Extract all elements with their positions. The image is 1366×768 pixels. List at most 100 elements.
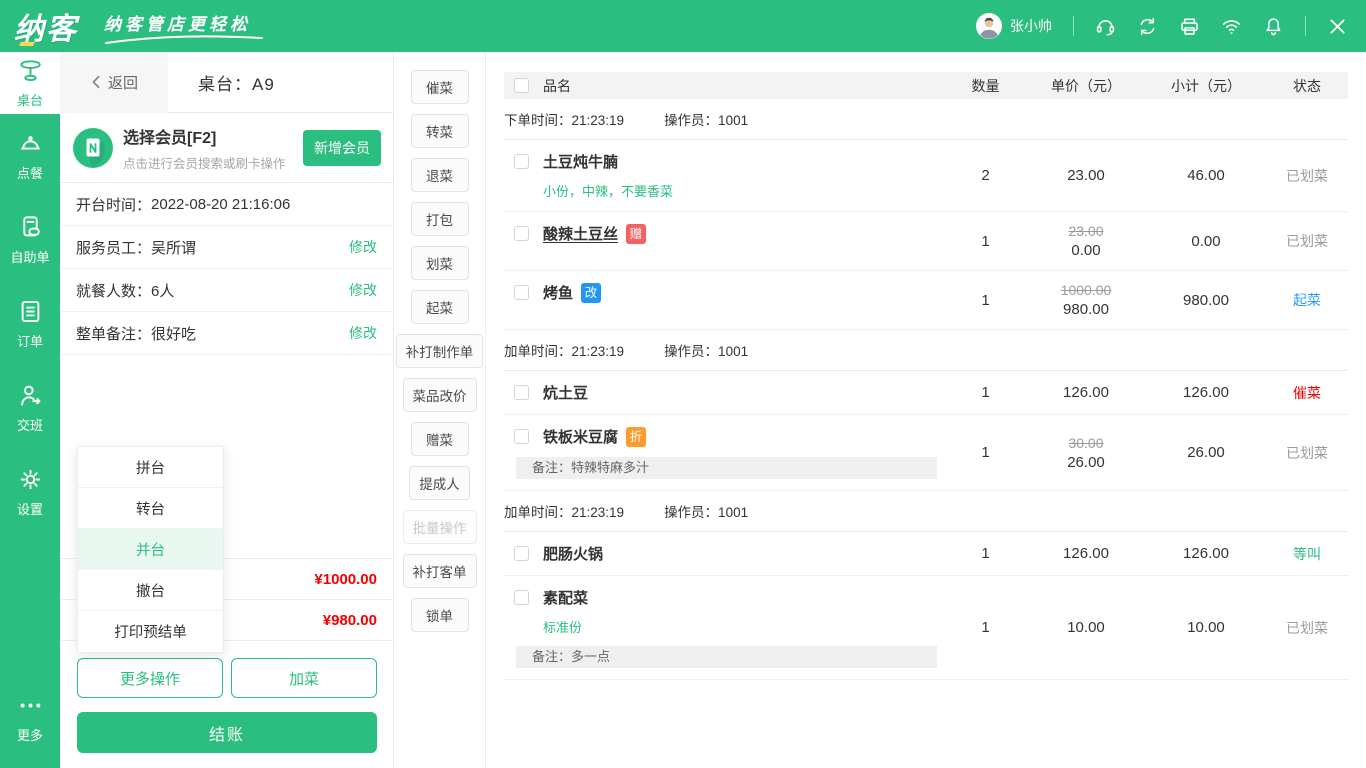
batch-operation-button: 批量操作 xyxy=(402,510,477,544)
lock-order-button[interactable]: 锁单 xyxy=(410,598,469,632)
sidebar-item-label: 交班 xyxy=(16,418,43,433)
table-row: 肥肠火锅 1 126.00 126.00 等叫 xyxy=(504,532,1348,576)
transfer-dish-button[interactable]: 转菜 xyxy=(410,114,469,148)
ellipsis-icon xyxy=(20,703,40,708)
menu-item-clear-table[interactable]: 撤台 xyxy=(78,570,223,611)
row-checkbox[interactable] xyxy=(514,226,529,241)
dish-spec: 标准份 xyxy=(543,620,583,635)
notification-bell-icon[interactable] xyxy=(1263,16,1284,37)
dish-name: 素配菜 xyxy=(543,590,589,607)
row-checkbox[interactable] xyxy=(514,285,529,300)
gift-dish-button[interactable]: 赠菜 xyxy=(410,422,469,456)
checkout-button[interactable]: 结账 xyxy=(77,712,377,753)
table-row: 酸辣土豆丝 赠 1 23.00 0.00 0.00 已划菜 xyxy=(504,212,1348,271)
dish-status: 催菜 xyxy=(1293,384,1321,401)
row-checkbox[interactable] xyxy=(514,429,529,444)
edit-waiter-link[interactable]: 修改 xyxy=(349,237,377,257)
col-name: 品名 xyxy=(543,77,571,94)
table-row: 土豆炖牛腩 小份，中辣，不要香菜 2 23.00 46.00 已划菜 xyxy=(504,140,1348,212)
avatar xyxy=(976,13,1002,39)
sidebar: 桌台 点餐 自助单 订单 交班 设置 更多 xyxy=(0,52,60,768)
sidebar-item-shift[interactable]: 交班 xyxy=(0,366,60,450)
menu-item-print-prebill[interactable]: 打印预结单 xyxy=(78,611,223,652)
dish-name: 炕土豆 xyxy=(543,385,589,402)
sync-icon[interactable] xyxy=(1137,16,1158,37)
takeout-pack-button[interactable]: 打包 xyxy=(410,202,469,236)
menu-item-transfer-table[interactable]: 转台 xyxy=(78,488,223,529)
start-dish-button[interactable]: 起菜 xyxy=(410,290,469,324)
commission-person-button[interactable]: 提成人 xyxy=(409,466,470,500)
info-value: 吴所谓 xyxy=(151,239,197,257)
sidebar-item-label: 点餐 xyxy=(16,166,43,181)
edit-order-note-link[interactable]: 修改 xyxy=(349,323,377,343)
add-member-button[interactable]: 新增会员 xyxy=(303,129,381,166)
wifi-icon[interactable] xyxy=(1221,16,1242,37)
change-price-button[interactable]: 菜品改价 xyxy=(402,378,477,412)
more-operations-button[interactable]: 更多操作 xyxy=(77,658,223,698)
row-checkbox[interactable] xyxy=(514,154,529,169)
reprint-guest-bill-button[interactable]: 补打客单 xyxy=(402,554,477,588)
member-title: 选择会员[F2] xyxy=(123,129,217,147)
self-order-icon xyxy=(22,216,40,237)
col-qty: 数量 xyxy=(971,77,1000,94)
topbar: 纳客 纳客管店更轻松 张小帅 xyxy=(0,0,1366,52)
order-list-icon xyxy=(21,300,39,323)
row-checkbox[interactable] xyxy=(514,590,529,605)
topbar-divider xyxy=(1305,16,1306,36)
dish-status: 等叫 xyxy=(1293,545,1321,562)
user-menu[interactable]: 张小帅 xyxy=(976,13,1052,39)
menu-item-merge-table[interactable]: 并台 xyxy=(78,529,223,570)
support-headset-icon[interactable] xyxy=(1095,16,1116,37)
dish-qty: 2 xyxy=(981,167,990,184)
gear-icon xyxy=(20,469,40,490)
dish-subtotal: 46.00 xyxy=(1187,167,1225,184)
row-checkbox[interactable] xyxy=(514,546,529,561)
dish-qty: 1 xyxy=(981,619,990,636)
dish-subtotal: 26.00 xyxy=(1187,444,1225,461)
dish-subtotal: 126.00 xyxy=(1183,384,1229,401)
dish-qty: 1 xyxy=(981,545,990,562)
back-label: 返回 xyxy=(107,74,138,92)
sidebar-item-settings[interactable]: 设置 xyxy=(0,450,60,534)
dish-name: 酸辣土豆丝 xyxy=(543,226,619,243)
sidebar-item-tables[interactable]: 桌台 xyxy=(0,52,60,114)
urge-dish-button[interactable]: 催菜 xyxy=(410,70,469,104)
dish-price: 0.00 xyxy=(1071,242,1101,259)
reprint-kitchen-ticket-button[interactable]: 补打制作单 xyxy=(395,334,484,368)
member-select-card[interactable]: 选择会员[F2] 点击进行会员搜索或刷卡操作 新增会员 xyxy=(60,113,393,183)
page-title: 桌台：A9 xyxy=(198,74,275,94)
user-name: 张小帅 xyxy=(1010,18,1052,34)
sidebar-item-orders[interactable]: 订单 xyxy=(0,282,60,366)
app-logo: 纳客 xyxy=(14,4,78,48)
back-button[interactable]: 返回 xyxy=(60,51,168,113)
close-icon[interactable] xyxy=(1327,16,1348,37)
dish-price: 126.00 xyxy=(1063,545,1109,562)
select-all-checkbox[interactable] xyxy=(514,78,529,93)
table-row: 铁板米豆腐 折 备注：特辣特麻多汁 1 30.00 26.00 26.00 已划… xyxy=(504,415,1348,491)
dish-subtotal: 980.00 xyxy=(1183,291,1229,309)
sidebar-item-ordering[interactable]: 点餐 xyxy=(0,114,60,198)
dish-status: 已划菜 xyxy=(1286,619,1328,636)
add-dish-button[interactable]: 加菜 xyxy=(231,658,377,698)
info-label: 就餐人数： xyxy=(76,282,152,300)
info-label: 服务员工： xyxy=(76,239,152,257)
menu-item-join-table[interactable]: 拼台 xyxy=(78,447,223,488)
return-dish-button[interactable]: 退菜 xyxy=(410,158,469,192)
sidebar-item-more[interactable]: 更多 xyxy=(0,676,60,760)
dish-note: 备注：特辣特麻多汁 xyxy=(516,457,937,479)
row-checkbox[interactable] xyxy=(514,385,529,400)
sidebar-item-self-order[interactable]: 自助单 xyxy=(0,198,60,282)
mark-served-button[interactable]: 划菜 xyxy=(410,246,469,280)
dish-subtotal: 10.00 xyxy=(1187,619,1225,636)
col-subtotal: 小计（元） xyxy=(1171,77,1241,94)
printer-icon[interactable] xyxy=(1179,16,1200,37)
discount-badge: 折 xyxy=(626,426,647,447)
group-time: 加单时间：21:23:19 xyxy=(504,344,625,359)
order-items-area: 品名 数量 单价（元） 小计（元） 状态 下单时间：21:23:19 操作员：1… xyxy=(486,52,1366,768)
edit-guest-count-link[interactable]: 修改 xyxy=(349,280,377,300)
dish-price: 980.00 xyxy=(1063,301,1109,318)
dish-actions-column: 催菜 转菜 退菜 打包 划菜 起菜 补打制作单 菜品改价 赠菜 提成人 批量操作… xyxy=(394,52,486,768)
table-icon xyxy=(19,60,41,82)
order-group-header: 加单时间：21:23:19 操作员：1001 xyxy=(504,330,1348,371)
table-row: 烤鱼 改 1 1000.00 980.00 980.00 起菜 xyxy=(504,271,1348,330)
